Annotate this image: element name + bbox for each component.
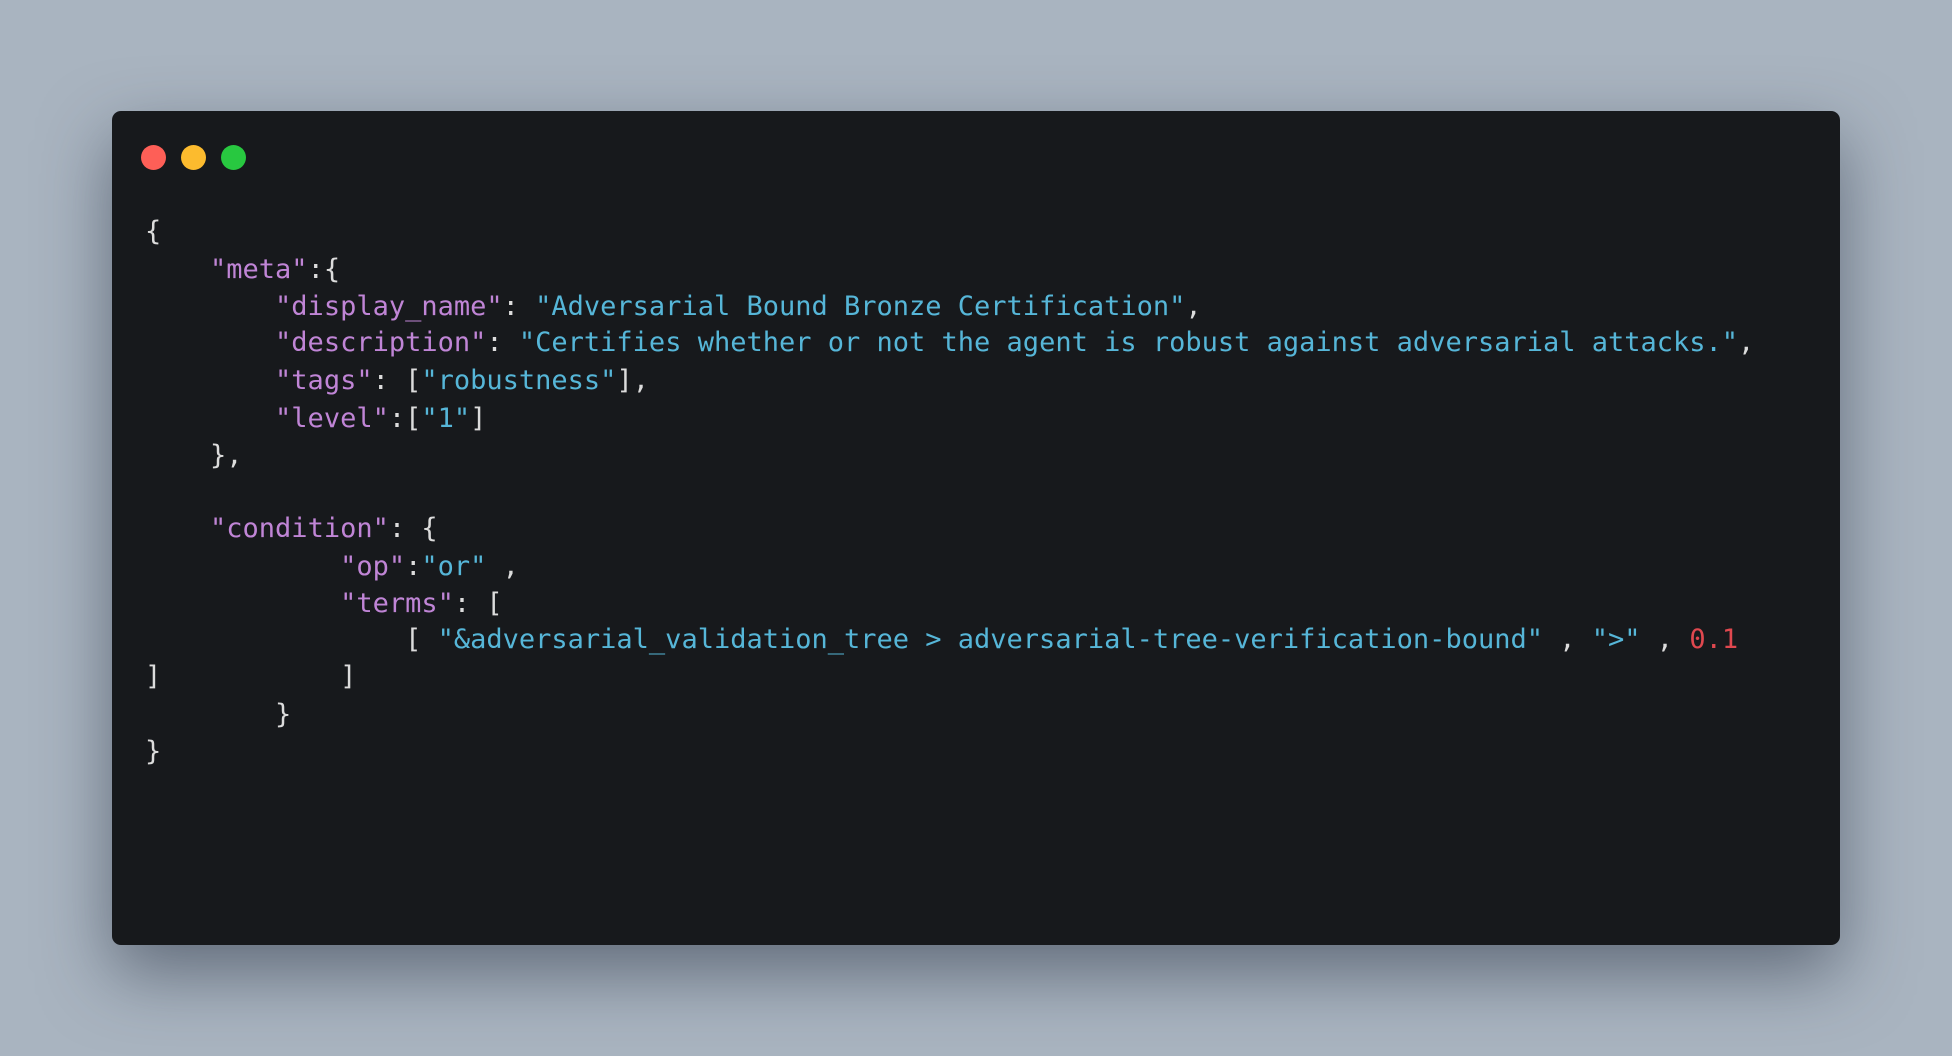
code-token-string: "Adversarial Bound Bronze Certification" xyxy=(535,291,1186,322)
code-line-9: "op":"or" , xyxy=(145,549,519,585)
code-token-number: 0.1 xyxy=(1689,624,1739,655)
code-token-string: "&adversarial_validation_tree > adversar… xyxy=(437,624,1543,655)
code-token-key: "condition" xyxy=(210,513,389,544)
code-token-string: "Certifies whether or not the agent is r… xyxy=(518,327,1739,358)
code-token-punctuation: : [ xyxy=(453,588,503,619)
code-token-punctuation: : [ xyxy=(372,365,422,396)
code-token-punctuation: , xyxy=(1542,624,1592,655)
code-token-punctuation: } xyxy=(145,736,162,767)
code-line-4: "description": "Certifies whether or not… xyxy=(145,325,1754,361)
code-token-punctuation: :{ xyxy=(307,254,341,285)
code-line-1: { xyxy=(145,214,161,250)
code-token-key: "op" xyxy=(340,551,406,582)
code-line-13: } xyxy=(145,697,291,733)
code-token-punctuation: : xyxy=(405,551,422,582)
code-line-14: } xyxy=(145,734,161,770)
code-token-string: "or" xyxy=(421,551,487,582)
code-token-string: ">" xyxy=(1591,624,1641,655)
zoom-window-dot-icon[interactable] xyxy=(221,145,246,170)
code-line-11: [ "&adversarial_validation_tree > advers… xyxy=(145,622,1738,658)
code-token-key: "meta" xyxy=(210,254,308,285)
code-token-punctuation: , xyxy=(1185,291,1202,322)
code-token-punctuation: : { xyxy=(388,513,438,544)
code-token-punctuation: ], xyxy=(616,365,649,396)
code-token-string: "robustness" xyxy=(421,365,617,396)
code-token-string: "1" xyxy=(421,403,471,434)
code-line-5: "tags": ["robustness"], xyxy=(145,363,649,399)
code-token-punctuation: } xyxy=(145,699,292,730)
code-token-key: "display_name" xyxy=(275,291,503,322)
code-token-punctuation: : xyxy=(502,291,536,322)
code-line-10: "terms": [ xyxy=(145,586,503,622)
close-window-dot-icon[interactable] xyxy=(141,145,166,170)
code-token-punctuation: , xyxy=(486,551,519,582)
code-line-12: ] ] xyxy=(145,659,356,695)
minimize-window-dot-icon[interactable] xyxy=(181,145,206,170)
code-token-punctuation: : xyxy=(486,327,519,358)
code-token-key: "level" xyxy=(275,403,389,434)
code-token-punctuation: , xyxy=(1738,327,1755,358)
code-token-punctuation: }, xyxy=(145,440,243,471)
code-line-6: "level":["1"] xyxy=(145,401,486,437)
code-token-punctuation: [ xyxy=(145,624,438,655)
code-token-key: "description" xyxy=(275,327,487,358)
code-token-punctuation: { xyxy=(145,216,162,247)
code-token-key: "terms" xyxy=(340,588,454,619)
code-token-punctuation: ] xyxy=(470,403,487,434)
code-line-7: }, xyxy=(145,438,243,474)
code-window: { "meta":{ "display_name": "Adversarial … xyxy=(112,111,1840,945)
code-token-punctuation: ] ] xyxy=(145,661,357,692)
code-token-punctuation: , xyxy=(1640,624,1690,655)
code-token-punctuation: :[ xyxy=(388,403,422,434)
code-line-2: "meta":{ xyxy=(145,252,340,288)
code-line-8: "condition": { xyxy=(145,511,438,547)
code-line-3: "display_name": "Adversarial Bound Bronz… xyxy=(145,289,1202,325)
code-token-key: "tags" xyxy=(275,365,373,396)
